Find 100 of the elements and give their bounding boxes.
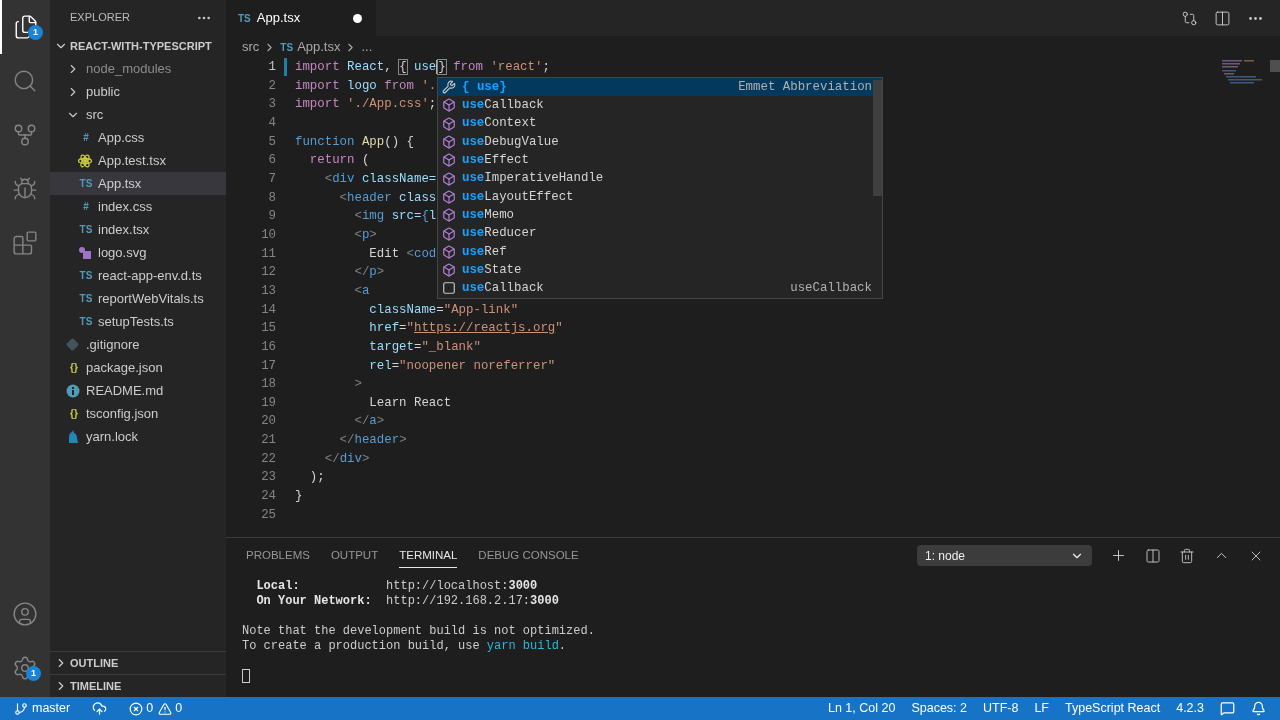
- folder-item[interactable]: node_modules: [50, 57, 226, 80]
- status-item[interactable]: UTF-8: [983, 699, 1019, 718]
- status-item[interactable]: Ln 1, Col 20: [827, 699, 896, 718]
- file-item[interactable]: {} tsconfig.json: [50, 402, 226, 425]
- code-line: className="App-link": [368, 301, 519, 319]
- suggestion-item[interactable]: useMemo: [438, 206, 882, 225]
- line-number: 17: [261, 357, 276, 375]
- file-item[interactable]: TS react-app-env.d.ts: [50, 264, 226, 287]
- suggestion-item[interactable]: useReducer: [438, 224, 882, 243]
- file-item[interactable]: TS reportWebVitals.ts: [50, 287, 226, 310]
- folder-item[interactable]: public: [50, 80, 226, 103]
- breadcrumb-item[interactable]: ...: [361, 37, 373, 57]
- scrollbar-thumb[interactable]: [1270, 60, 1280, 72]
- file-item[interactable]: README.md: [50, 379, 226, 402]
- editor-tab[interactable]: TS App.tsx: [226, 0, 376, 36]
- plus-icon[interactable]: [1110, 547, 1127, 564]
- typescript-icon: TS: [78, 314, 94, 329]
- file-item[interactable]: .gitignore: [50, 333, 226, 356]
- code-line: target="_blank": [368, 338, 481, 356]
- line-number: 7: [268, 170, 276, 188]
- source-control-icon: [12, 122, 38, 148]
- terminal-cursor: [242, 669, 250, 683]
- cube-icon: [442, 98, 456, 113]
- panel-tab[interactable]: TERMINAL: [399, 542, 458, 569]
- cube-icon: [442, 244, 456, 259]
- files-icon: [13, 14, 39, 40]
- warning-icon: [158, 701, 173, 716]
- terminal-line: Note that the development build is not optimized.: [242, 624, 596, 639]
- line-number: 23: [261, 469, 276, 487]
- suggestion-item[interactable]: useEffect: [438, 151, 882, 170]
- status-item[interactable]: LF: [1034, 699, 1049, 718]
- line-number: 11: [261, 245, 276, 263]
- suggestion-item[interactable]: useImperativeHandle: [438, 169, 882, 188]
- line-number: 25: [261, 506, 276, 524]
- square-icon: [442, 281, 456, 296]
- suggestion-item[interactable]: useRef: [438, 242, 882, 261]
- count-badge: 1: [28, 25, 43, 40]
- file-item[interactable]: TS App.tsx: [50, 172, 226, 195]
- suggestion-item[interactable]: useDebugValue: [438, 132, 882, 152]
- line-number: 14: [261, 301, 276, 319]
- typescript-icon: TS: [78, 291, 94, 306]
- section-header[interactable]: REACT-WITH-TYPESCRIPT: [50, 35, 226, 57]
- status-item[interactable]: Spaces: 2: [911, 699, 967, 718]
- file-item[interactable]: # index.css: [50, 195, 226, 218]
- scrollbar-thumb[interactable]: [873, 80, 882, 196]
- line-number: 5: [268, 133, 276, 151]
- suggestion-item[interactable]: useContext: [438, 114, 882, 133]
- braces-icon: {}: [66, 360, 82, 375]
- terminal-line: To create a production build, use yarn build.: [242, 639, 568, 654]
- file-item[interactable]: App.test.tsx: [50, 149, 226, 172]
- code-line: </header>: [338, 432, 407, 450]
- feedback-icon[interactable]: [1220, 701, 1235, 716]
- typescript-icon: TS: [78, 268, 94, 283]
- panel-tab[interactable]: OUTPUT: [330, 542, 379, 569]
- line-number: 18: [261, 376, 276, 394]
- status-item[interactable]: 4.2.3: [1176, 699, 1204, 718]
- bell-icon[interactable]: [1251, 701, 1266, 716]
- branch-item[interactable]: master: [14, 699, 71, 718]
- problems-item[interactable]: 0 0: [129, 699, 183, 718]
- suggestion-item[interactable]: useCallback useCallback: [438, 279, 882, 298]
- file-item[interactable]: # App.css: [50, 126, 226, 149]
- suggestion-item[interactable]: useCallback: [438, 96, 882, 115]
- wrench-icon: [442, 80, 456, 95]
- split-editor-icon[interactable]: [1214, 9, 1231, 27]
- status-item[interactable]: TypeScript React: [1065, 699, 1161, 718]
- file-item[interactable]: logo.svg: [50, 241, 226, 264]
- compare-icon[interactable]: [1181, 9, 1198, 27]
- line-number: 19: [261, 394, 276, 412]
- suggestion-item[interactable]: useLayoutEffect: [438, 187, 882, 207]
- panel-tab[interactable]: PROBLEMS: [246, 542, 310, 569]
- count-badge: 1: [26, 666, 41, 681]
- line-number: 1: [268, 59, 276, 76]
- terminal-line: On Your Network: http://192.168.2.17:3000: [255, 594, 560, 609]
- code-line: </a>: [353, 413, 385, 431]
- code-line: rel="noopener noreferrer": [368, 357, 556, 375]
- code-line: }: [295, 488, 303, 506]
- cube-icon: [442, 263, 456, 278]
- file-item[interactable]: TS setupTests.ts: [50, 310, 226, 333]
- cloud-upload-icon[interactable]: [92, 701, 108, 716]
- trash-icon[interactable]: [1179, 547, 1195, 564]
- panel-tab[interactable]: DEBUG CONSOLE: [478, 542, 579, 569]
- suggestion-item[interactable]: useState: [438, 260, 882, 280]
- terminal-select[interactable]: 1: node: [917, 545, 1092, 566]
- activity-bar-item[interactable]: 1: [0, 641, 50, 695]
- account-icon: [12, 601, 38, 627]
- terminal-line: Local: http://localhost:3000: [255, 579, 539, 594]
- file-item[interactable]: TS index.tsx: [50, 218, 226, 241]
- breadcrumb-item[interactable]: src: [242, 37, 260, 57]
- line-number: 20: [261, 413, 276, 431]
- split-terminal-icon[interactable]: [1145, 547, 1161, 564]
- cube-icon: [442, 208, 456, 223]
- folder-item[interactable]: src: [50, 103, 226, 126]
- file-item[interactable]: yarn.lock: [50, 425, 226, 448]
- file-item[interactable]: {} package.json: [50, 356, 226, 379]
- cube-icon: [442, 189, 456, 204]
- suggestion-item[interactable]: { use} Emmet Abbreviation: [438, 78, 882, 97]
- breadcrumb-item[interactable]: TS App.tsx: [280, 37, 341, 57]
- typescript-icon: TS: [78, 176, 94, 191]
- cube-icon: [442, 135, 456, 150]
- typescript-icon: TS: [78, 222, 94, 237]
